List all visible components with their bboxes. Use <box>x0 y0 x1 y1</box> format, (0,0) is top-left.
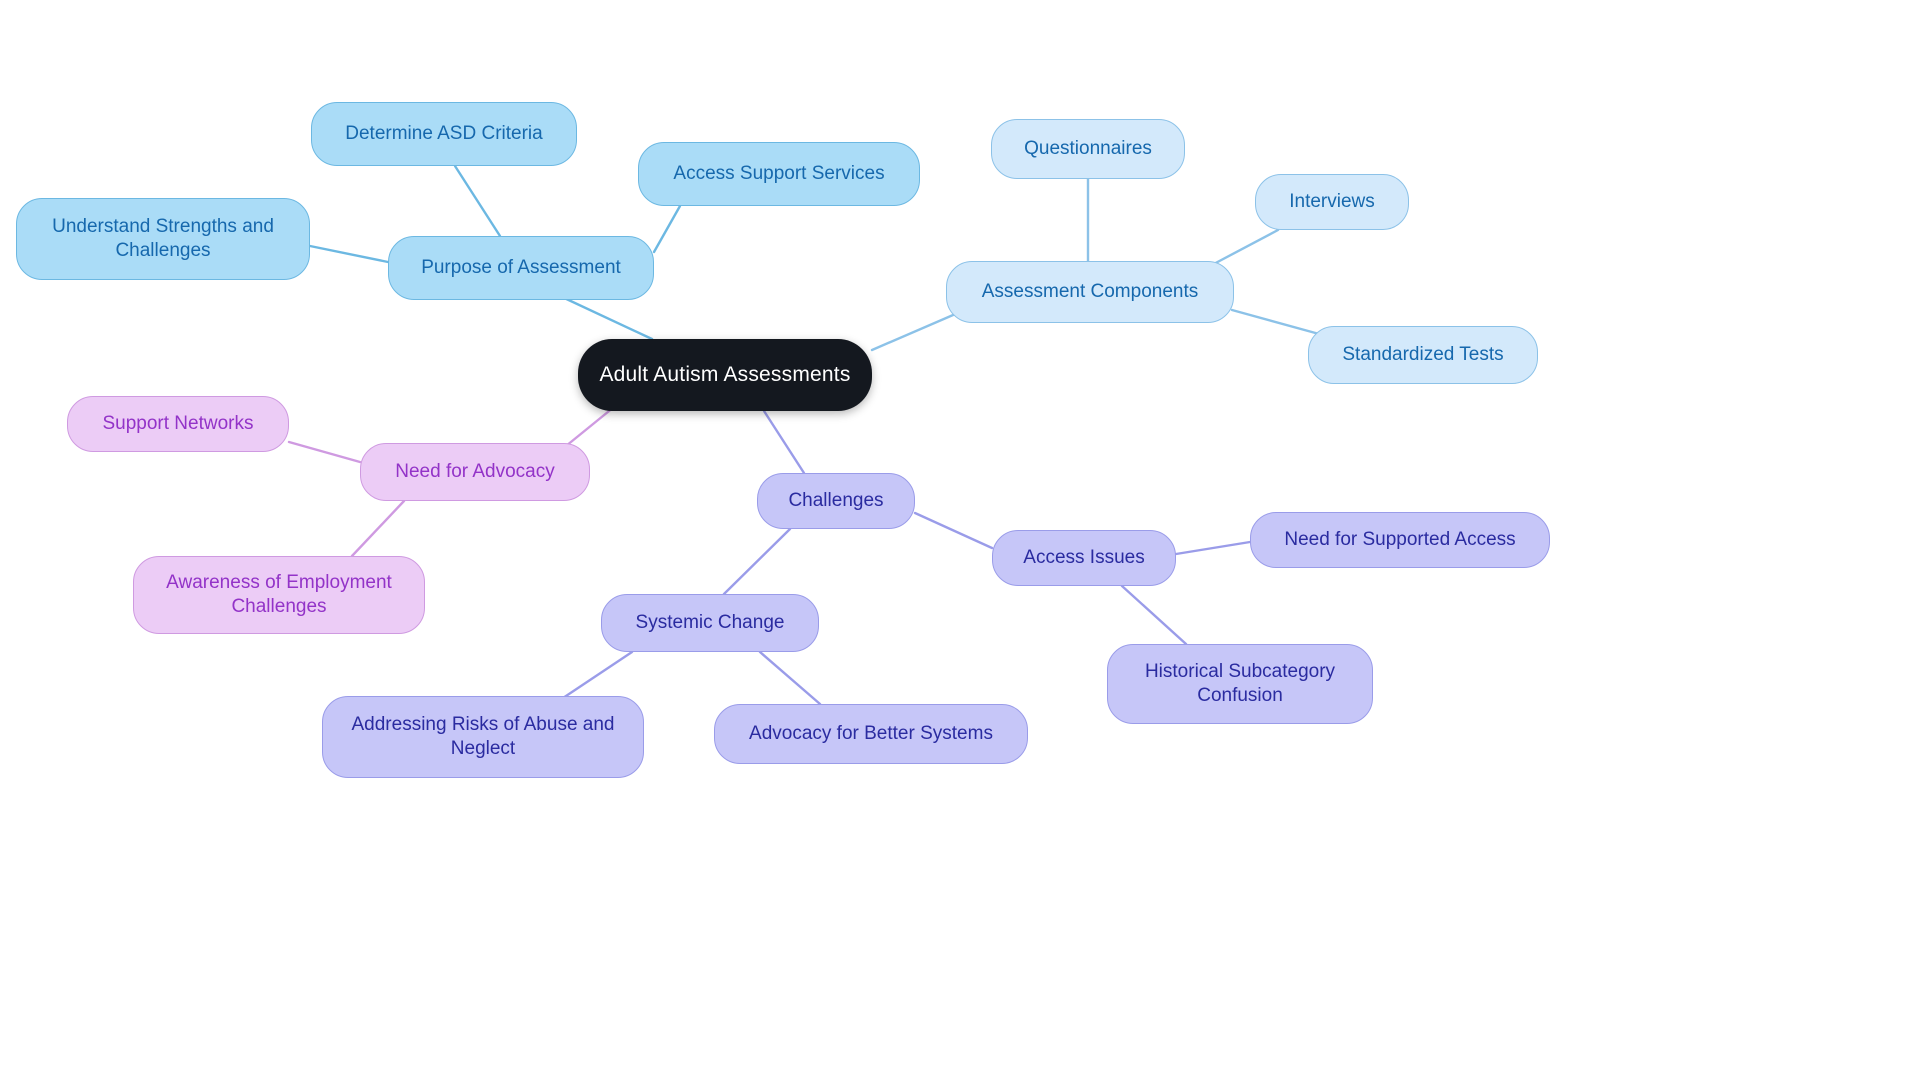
mindmap-node-components[interactable]: Assessment Components <box>946 261 1234 323</box>
mindmap-edge-components-to-interviews <box>1208 228 1280 268</box>
mindmap-node-label-historical: Historical Subcategory Confusion <box>1144 660 1336 706</box>
mindmap-node-label-challenges: Challenges <box>788 489 884 511</box>
mindmap-node-standardized[interactable]: Standardized Tests <box>1308 326 1538 384</box>
mindmap-edge-center-to-challenges <box>762 409 806 475</box>
mindmap-edge-purpose-to-understand <box>308 244 390 264</box>
mindmap-edge-challenges-to-systemic <box>722 527 792 596</box>
mindmap-node-understand[interactable]: Understand Strengths and Challenges <box>16 198 310 280</box>
mindmap-edge-center-to-advocacy <box>564 405 616 448</box>
mindmap-node-label-access_issues: Access Issues <box>1023 546 1145 568</box>
mindmap-node-purpose[interactable]: Purpose of Assessment <box>388 236 654 300</box>
mindmap-edge-systemic-to-better_systems <box>758 650 822 706</box>
mindmap-node-challenges[interactable]: Challenges <box>757 473 915 529</box>
mindmap-edges <box>287 164 1332 706</box>
mindmap-node-label-interviews: Interviews <box>1289 190 1375 212</box>
mindmap-edge-advocacy-to-employment <box>350 499 406 558</box>
mindmap-node-label-access_support: Access Support Services <box>673 162 885 184</box>
mindmap-node-label-standardized: Standardized Tests <box>1342 343 1504 365</box>
mindmap-node-label-understand: Understand Strengths and Challenges <box>52 215 274 261</box>
mindmap-node-center[interactable]: Adult Autism Assessments <box>578 339 872 411</box>
mindmap-edge-systemic-to-abuse <box>558 650 634 702</box>
mindmap-node-label-components: Assessment Components <box>981 280 1199 302</box>
mindmap-node-questionnaires[interactable]: Questionnaires <box>991 119 1185 179</box>
mindmap-node-label-center: Adult Autism Assessments <box>599 362 851 386</box>
mindmap-edge-purpose-to-determine <box>453 164 502 238</box>
mindmap-node-abuse[interactable]: Addressing Risks of Abuse and Neglect <box>322 696 644 778</box>
mindmap-node-label-better_systems: Advocacy for Better Systems <box>749 722 993 744</box>
mindmap-node-better_systems[interactable]: Advocacy for Better Systems <box>714 704 1028 764</box>
mindmap-node-label-determine: Determine ASD Criteria <box>345 122 543 144</box>
mindmap-node-label-purpose: Purpose of Assessment <box>421 256 621 278</box>
mindmap-node-label-supported_access: Need for Supported Access <box>1284 528 1516 550</box>
mindmap-node-interviews[interactable]: Interviews <box>1255 174 1409 230</box>
mindmap-node-label-questionnaires: Questionnaires <box>1024 137 1152 159</box>
mindmap-canvas: Adult Autism Assessments Purpose of Asses… <box>0 0 1920 1083</box>
mindmap-edge-access_issues-to-supported_access <box>1174 540 1252 556</box>
mindmap-node-employment[interactable]: Awareness of Employment Challenges <box>133 556 425 634</box>
mindmap-node-label-systemic: Systemic Change <box>635 611 785 633</box>
mindmap-edge-center-to-components <box>870 310 962 352</box>
mindmap-node-label-advocacy: Need for Advocacy <box>395 460 555 482</box>
mindmap-edge-purpose-to-access_support <box>652 204 682 254</box>
mindmap-node-supported_access[interactable]: Need for Supported Access <box>1250 512 1550 568</box>
mindmap-node-determine[interactable]: Determine ASD Criteria <box>311 102 577 166</box>
mindmap-node-support_networks[interactable]: Support Networks <box>67 396 289 452</box>
mindmap-node-label-employment: Awareness of Employment Challenges <box>166 571 392 617</box>
mindmap-edge-center-to-purpose <box>558 294 654 341</box>
mindmap-node-access_support[interactable]: Access Support Services <box>638 142 920 206</box>
mindmap-node-historical[interactable]: Historical Subcategory Confusion <box>1107 644 1373 724</box>
mindmap-node-access_issues[interactable]: Access Issues <box>992 530 1176 586</box>
mindmap-edge-challenges-to-access_issues <box>913 511 994 550</box>
mindmap-node-systemic[interactable]: Systemic Change <box>601 594 819 652</box>
mindmap-edge-advocacy-to-support_networks <box>287 440 362 464</box>
mindmap-node-label-abuse: Addressing Risks of Abuse and Neglect <box>351 713 615 759</box>
mindmap-node-label-support_networks: Support Networks <box>102 412 254 434</box>
mindmap-node-advocacy[interactable]: Need for Advocacy <box>360 443 590 501</box>
mindmap-edge-access_issues-to-historical <box>1120 584 1188 646</box>
